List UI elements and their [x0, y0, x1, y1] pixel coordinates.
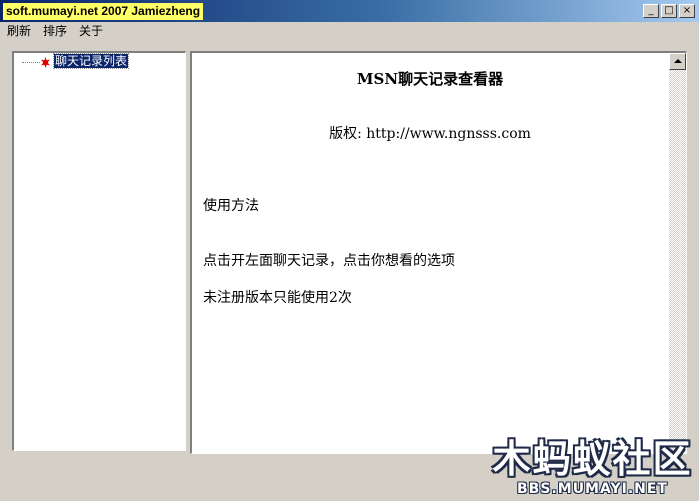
watermark-text-en: BBS.MUMAYI.NET — [517, 481, 668, 497]
usage-heading: 使用方法 — [203, 198, 259, 214]
vertical-scrollbar[interactable] — [669, 53, 686, 453]
maximize-button[interactable]: □ — [661, 4, 677, 18]
minimize-button[interactable]: _ — [643, 4, 659, 18]
window-controls: _ □ × — [641, 4, 695, 18]
menu-bar: 刷新 排序 关于 — [0, 22, 699, 40]
watermark-logo: 木蚂蚁社区 BBS.MUMAYI.NET — [490, 437, 695, 499]
content-panel: MSN聊天记录查看器 版权: http://www.ngnsss.com 使用方… — [190, 51, 687, 454]
menu-about[interactable]: 关于 — [77, 23, 105, 39]
chat-tree-panel[interactable]: 聊天记录列表 — [12, 51, 186, 451]
page-title: MSN聊天记录查看器 — [356, 70, 504, 88]
unregistered-notice: 未注册版本只能使用2次 — [203, 290, 352, 306]
tree-connector-line — [22, 62, 40, 63]
red-star-icon — [41, 57, 50, 68]
menu-sort[interactable]: 排序 — [41, 23, 69, 39]
title-bar[interactable]: soft.mumayi.net 2007 Jamiezheng _ □ × — [0, 0, 699, 22]
scroll-up-button[interactable] — [669, 53, 686, 70]
copyright-text: 版权: http://www.ngnsss.com — [329, 126, 531, 142]
window-title: soft.mumayi.net 2007 Jamiezheng — [3, 3, 204, 20]
close-button[interactable]: × — [679, 4, 695, 18]
watermark-text-cn: 木蚂蚁社区 — [492, 436, 693, 481]
tree-item-chat-list[interactable]: 聊天记录列表 — [52, 53, 130, 69]
menu-refresh[interactable]: 刷新 — [5, 23, 33, 39]
instruction-text: 点击开左面聊天记录，点击你想看的选项 — [203, 253, 455, 269]
